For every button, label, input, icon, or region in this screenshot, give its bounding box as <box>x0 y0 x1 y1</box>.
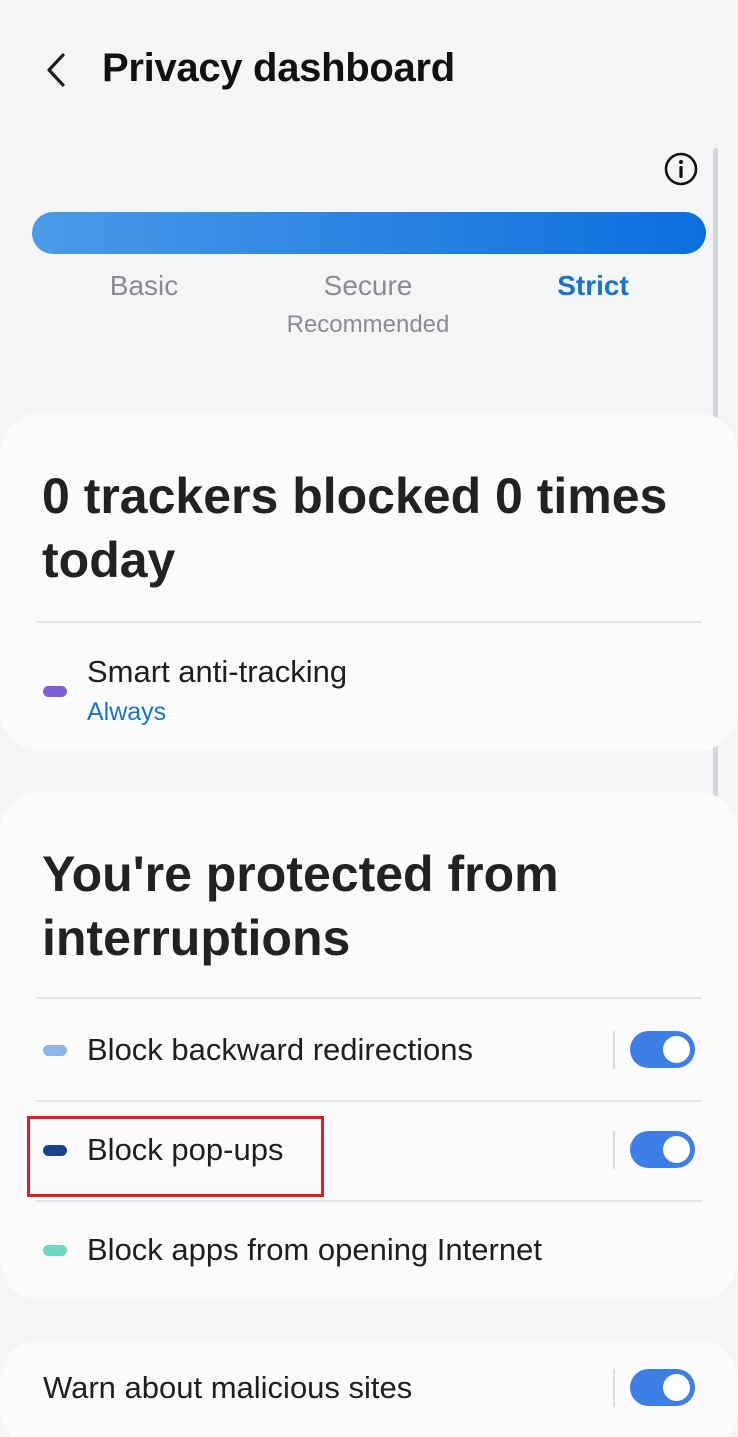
app-bar: Privacy dashboard <box>0 0 738 140</box>
interruptions-heading: You're protected from interruptions <box>42 846 559 966</box>
block-apps-opening-internet-row[interactable]: Block apps from opening Internet <box>0 1202 738 1300</box>
toggle-knob <box>663 1036 690 1063</box>
divider <box>36 997 702 999</box>
smart-anti-tracking-value: Always <box>87 698 167 726</box>
toggle-knob <box>663 1374 690 1401</box>
level-strict-option[interactable]: Strict <box>483 270 703 302</box>
toggle-knob <box>663 1136 690 1163</box>
protection-level-slider[interactable] <box>32 212 706 254</box>
vertical-separator <box>613 1369 615 1407</box>
divider <box>36 621 702 623</box>
info-button[interactable] <box>660 148 702 190</box>
back-button[interactable] <box>30 44 82 96</box>
legend-dot <box>43 1245 67 1256</box>
vertical-separator <box>613 1131 615 1169</box>
legend-dot <box>43 686 67 697</box>
chevron-left-icon <box>47 53 65 87</box>
smart-anti-tracking-row[interactable]: Smart anti-tracking Always <box>0 640 738 740</box>
privacy-dashboard-screen: Privacy dashboard Basic Secure Recommend… <box>0 0 738 1437</box>
block-backward-redirections-toggle[interactable] <box>630 1031 695 1068</box>
level-secure-sublabel: Recommended <box>286 311 450 338</box>
warn-malicious-sites-label: Warn about malicious sites <box>43 1370 413 1405</box>
block-popups-toggle[interactable] <box>630 1131 695 1168</box>
legend-dot <box>43 1045 67 1056</box>
vertical-separator <box>613 1031 615 1069</box>
block-backward-redirections-row[interactable]: Block backward redirections <box>0 1000 738 1100</box>
block-apps-opening-internet-label: Block apps from opening Internet <box>87 1232 542 1267</box>
info-icon <box>664 152 698 186</box>
highlight-box <box>27 1116 324 1197</box>
smart-anti-tracking-label: Smart anti-tracking <box>87 654 348 689</box>
level-secure-option[interactable]: Secure <box>258 270 478 302</box>
page-title: Privacy dashboard <box>102 46 455 90</box>
level-basic-option[interactable]: Basic <box>34 270 254 302</box>
trackers-heading: 0 trackers blocked 0 times today <box>42 468 668 588</box>
block-backward-redirections-label: Block backward redirections <box>87 1032 473 1067</box>
warn-malicious-sites-toggle[interactable] <box>630 1369 695 1406</box>
warn-malicious-sites-row[interactable]: Warn about malicious sites <box>0 1340 738 1437</box>
